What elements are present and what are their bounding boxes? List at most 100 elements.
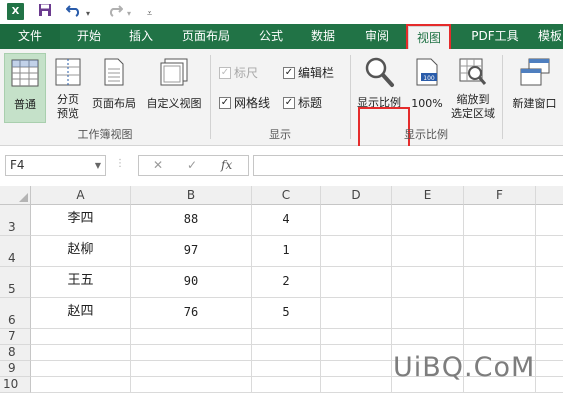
table-cell[interactable] <box>321 267 392 298</box>
table-cell[interactable] <box>536 329 563 345</box>
custom-views-button[interactable]: 自定义视图 <box>142 53 206 123</box>
row-header[interactable]: 3 <box>0 205 31 236</box>
table-cell[interactable] <box>464 205 536 236</box>
table-cell[interactable] <box>252 345 321 361</box>
table-cell[interactable]: 王五 <box>31 267 131 298</box>
table-cell[interactable] <box>31 377 131 393</box>
table-cell[interactable] <box>464 236 536 267</box>
normal-view-button[interactable]: 普通 <box>4 53 46 123</box>
ruler-checkbox[interactable]: ✓ 标尺 <box>219 64 258 81</box>
table-cell[interactable] <box>252 361 321 377</box>
table-cell[interactable]: 90 <box>131 267 252 298</box>
row-header[interactable]: 7 <box>0 329 31 345</box>
table-cell[interactable] <box>131 345 252 361</box>
table-cell[interactable] <box>536 298 563 329</box>
tab-data[interactable]: 数据 <box>300 24 346 49</box>
undo-dropdown-icon[interactable]: ▾ <box>86 5 90 23</box>
table-cell[interactable] <box>321 345 392 361</box>
column-header-e[interactable]: E <box>392 186 464 205</box>
page-break-preview-button[interactable]: 分页 预览 <box>50 53 86 123</box>
row-header[interactable]: 6 <box>0 298 31 329</box>
tab-home[interactable]: 开始 <box>64 24 114 49</box>
table-cell[interactable] <box>464 298 536 329</box>
table-cell[interactable]: 2 <box>252 267 321 298</box>
select-all-corner[interactable] <box>0 186 31 205</box>
table-cell[interactable]: 赵四 <box>31 298 131 329</box>
zoom-100-label: 100% <box>411 97 443 110</box>
table-cell[interactable] <box>536 377 563 393</box>
formula-input[interactable] <box>253 155 563 176</box>
zoom-to-selection-button[interactable]: 缩放到 选定区域 <box>446 53 500 123</box>
column-header-a[interactable]: A <box>31 186 131 205</box>
table-cell[interactable] <box>321 329 392 345</box>
column-header-f[interactable]: F <box>464 186 536 205</box>
table-cell[interactable] <box>321 205 392 236</box>
row-header[interactable]: 5 <box>0 267 31 298</box>
table-cell[interactable] <box>252 329 321 345</box>
table-cell[interactable] <box>321 298 392 329</box>
table-cell[interactable]: 76 <box>131 298 252 329</box>
enter-icon[interactable]: ✓ <box>187 158 197 172</box>
table-cell[interactable] <box>321 377 392 393</box>
table-cell[interactable] <box>131 329 252 345</box>
table-cell[interactable]: 88 <box>131 205 252 236</box>
table-cell[interactable] <box>31 329 131 345</box>
table-cell[interactable] <box>31 361 131 377</box>
cancel-icon[interactable]: ✕ <box>153 158 163 172</box>
table-cell[interactable] <box>536 345 563 361</box>
name-box[interactable]: F4 ▼ <box>5 155 106 176</box>
name-box-dropdown-icon[interactable]: ▼ <box>95 156 101 175</box>
tab-file[interactable]: 文件 <box>0 24 60 49</box>
table-cell[interactable] <box>392 267 464 298</box>
formula-bar-checkbox[interactable]: ✓ 编辑栏 <box>283 64 334 81</box>
table-cell[interactable] <box>131 377 252 393</box>
column-header-d[interactable]: D <box>321 186 392 205</box>
resize-handle-icon[interactable]: ⋮ <box>115 158 125 169</box>
headings-checkbox[interactable]: ✓ 标题 <box>283 94 322 111</box>
undo-icon[interactable] <box>65 3 82 21</box>
tab-page-layout[interactable]: 页面布局 <box>170 24 242 49</box>
redo-dropdown-icon[interactable]: ▾ <box>127 5 131 23</box>
insert-function-icon[interactable]: fx <box>221 158 232 172</box>
table-cell[interactable] <box>536 267 563 298</box>
table-cell[interactable] <box>464 329 536 345</box>
save-icon[interactable] <box>38 3 52 21</box>
customize-qat-icon[interactable]: ⩡ <box>147 5 152 23</box>
tab-templates[interactable]: 模板 <box>538 24 563 49</box>
table-cell[interactable]: 李四 <box>31 205 131 236</box>
table-cell[interactable]: 4 <box>252 205 321 236</box>
tab-formulas[interactable]: 公式 <box>248 24 294 49</box>
tab-insert[interactable]: 插入 <box>118 24 164 49</box>
table-cell[interactable] <box>536 236 563 267</box>
new-window-button[interactable]: 新建窗口 <box>506 53 563 123</box>
table-cell[interactable] <box>392 329 464 345</box>
tab-review[interactable]: 审阅 <box>354 24 400 49</box>
table-cell[interactable] <box>392 205 464 236</box>
column-header-b[interactable]: B <box>131 186 252 205</box>
tab-pdf-tools[interactable]: PDF工具 <box>460 24 530 49</box>
column-header-g[interactable] <box>536 186 563 205</box>
table-cell[interactable] <box>31 345 131 361</box>
table-cell[interactable] <box>464 267 536 298</box>
table-cell[interactable] <box>392 236 464 267</box>
table-cell[interactable] <box>536 361 563 377</box>
row-header[interactable]: 9 <box>0 361 31 377</box>
column-header-c[interactable]: C <box>252 186 321 205</box>
row-header[interactable]: 4 <box>0 236 31 267</box>
zoom-100-button[interactable]: 100 100% <box>409 53 445 123</box>
table-cell[interactable] <box>321 236 392 267</box>
table-cell[interactable]: 5 <box>252 298 321 329</box>
table-cell[interactable]: 赵柳 <box>31 236 131 267</box>
table-cell[interactable]: 97 <box>131 236 252 267</box>
table-cell[interactable] <box>392 298 464 329</box>
table-cell[interactable] <box>321 361 392 377</box>
row-header[interactable]: 8 <box>0 345 31 361</box>
page-layout-view-button[interactable]: 页面布局 <box>88 53 140 123</box>
table-cell[interactable] <box>252 377 321 393</box>
row-header[interactable]: 10 <box>0 377 31 393</box>
table-cell[interactable]: 1 <box>252 236 321 267</box>
table-cell[interactable] <box>536 205 563 236</box>
table-cell[interactable] <box>131 361 252 377</box>
redo-icon[interactable] <box>107 3 124 21</box>
gridlines-checkbox[interactable]: ✓ 网格线 <box>219 94 270 111</box>
